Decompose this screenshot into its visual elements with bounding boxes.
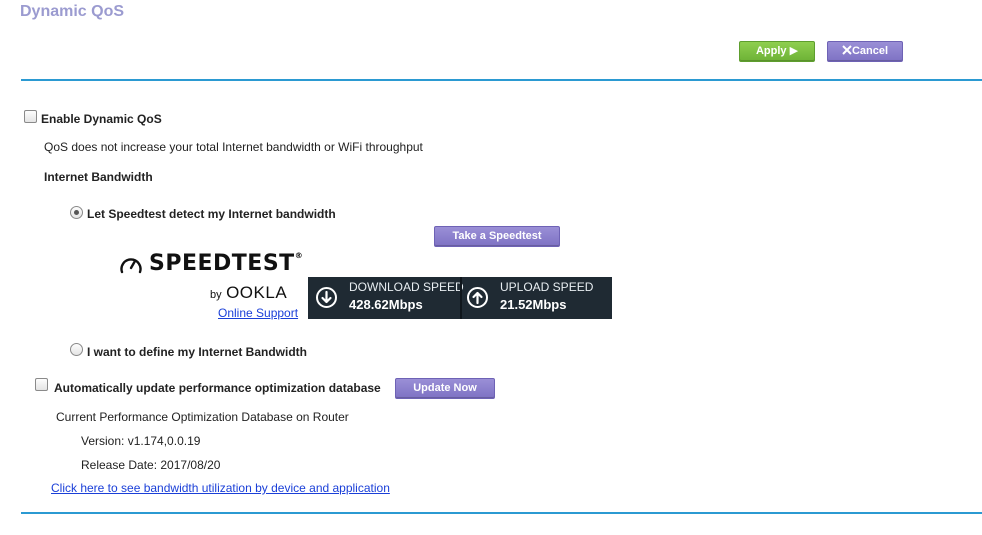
speedtest-result-panel: DOWNLOAD SPEED 428.62Mbps UPLOAD SPEED 2… (308, 277, 612, 319)
top-divider (21, 79, 982, 81)
download-arrow-icon (316, 287, 337, 308)
close-icon (842, 43, 852, 62)
manual-bandwidth-label: I want to define my Internet Bandwidth (87, 345, 308, 359)
cancel-button[interactable]: Cancel (827, 41, 903, 62)
apply-button[interactable]: Apply ▶ (739, 41, 815, 62)
panel-separator (460, 277, 462, 319)
upload-speed-title: UPLOAD SPEED (500, 280, 594, 294)
speedtest-logo-text: SPEEDTEST® (149, 251, 304, 276)
speedometer-icon (119, 255, 143, 280)
database-version: Version: v1.174,0.0.19 (81, 434, 201, 448)
bottom-divider (21, 512, 982, 514)
internet-bandwidth-heading: Internet Bandwidth (44, 170, 153, 184)
bandwidth-utilization-link[interactable]: Click here to see bandwidth utilization … (51, 481, 390, 495)
enable-dynamic-qos-checkbox[interactable] (24, 110, 37, 123)
database-release-date: Release Date: 2017/08/20 (81, 458, 221, 472)
cancel-label: Cancel (851, 45, 889, 57)
auto-update-label: Automatically update performance optimiz… (54, 381, 381, 395)
enable-dynamic-qos-label: Enable Dynamic QoS (41, 112, 162, 126)
download-speed-value: 428.62Mbps (349, 297, 423, 312)
speedtest-detect-label: Let Speedtest detect my Internet bandwid… (87, 207, 336, 221)
online-support-link[interactable]: Online Support (218, 306, 298, 320)
page-title: Dynamic QoS (20, 3, 125, 20)
auto-update-checkbox[interactable] (35, 378, 48, 391)
current-database-label: Current Performance Optimization Databas… (56, 410, 349, 424)
take-speedtest-button[interactable]: Take a Speedtest (434, 226, 560, 247)
ookla-logo: by OOKLA (210, 283, 288, 302)
speedtest-detect-radio[interactable] (70, 206, 83, 219)
qos-note: QoS does not increase your total Interne… (44, 140, 423, 154)
manual-bandwidth-radio[interactable] (70, 343, 83, 356)
upload-speed-value: 21.52Mbps (500, 297, 567, 312)
download-speed-title: DOWNLOAD SPEED (349, 280, 464, 294)
upload-arrow-icon (467, 287, 488, 308)
update-now-button[interactable]: Update Now (395, 378, 495, 399)
